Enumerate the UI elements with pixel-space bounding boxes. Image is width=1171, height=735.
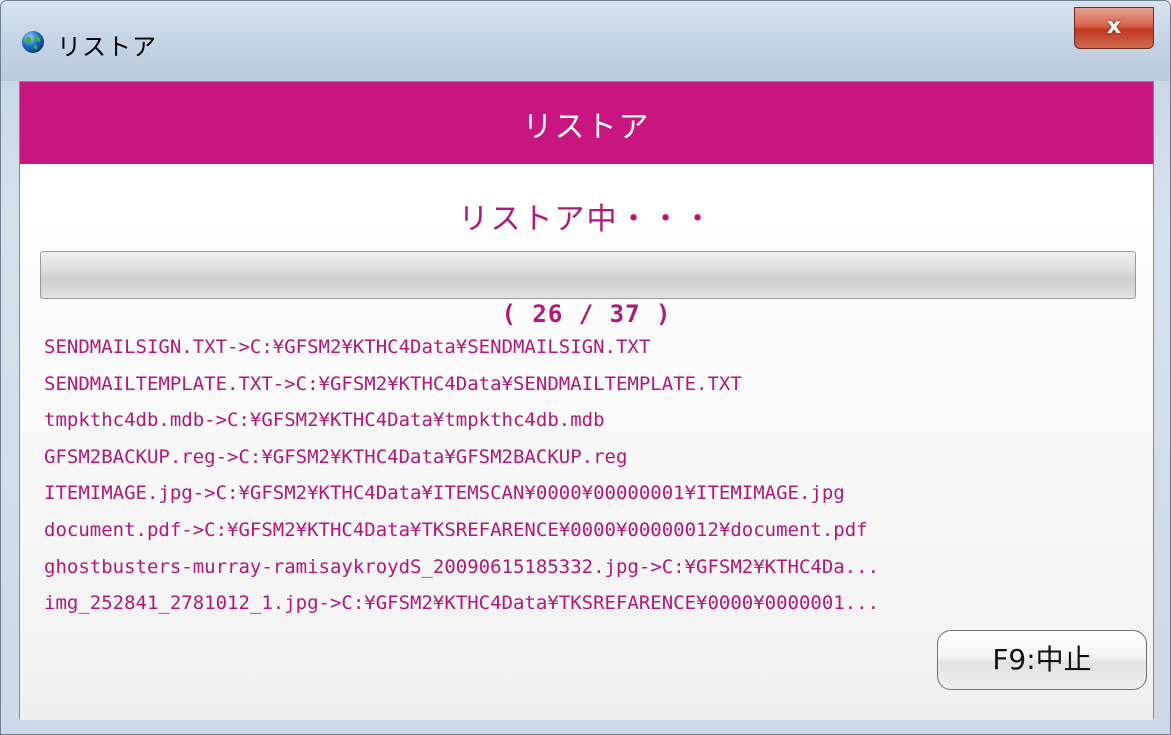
header-banner: リストア (20, 82, 1153, 164)
content-panel: リストア中・・・ ( 26 / 37 ) SENDMAILSIGN.TXT->C… (20, 164, 1153, 720)
status-message: リストア中・・・ (458, 202, 715, 237)
window-title: リストア (57, 33, 157, 61)
header-title: リストア (522, 110, 651, 145)
log-line: SENDMAILTEMPLATE.TXT->C:¥GFSM2¥KTHC4Data… (44, 372, 742, 395)
close-icon: x (1106, 14, 1122, 39)
title-bar[interactable]: リストア x (1, 1, 1170, 81)
dialog-client-area: リストア リストア中・・・ ( 26 / 37 ) SENDMAILSIGN.T… (19, 81, 1154, 720)
log-line: SENDMAILSIGN.TXT->C:¥GFSM2¥KTHC4Data¥SEN… (44, 336, 651, 358)
close-button[interactable]: x (1074, 7, 1154, 49)
restore-log: SENDMAILSIGN.TXT->C:¥GFSM2¥KTHC4Data¥SEN… (44, 329, 1134, 622)
stop-button[interactable]: F9:中止 (937, 630, 1147, 690)
progress-counter: ( 26 / 37 ) (501, 300, 672, 328)
log-line: GFSM2BACKUP.reg->C:¥GFSM2¥KTHC4Data¥GFSM… (44, 445, 628, 468)
log-line: ghostbusters-murray-ramisaykroydS_200906… (44, 555, 880, 578)
progress-bar (40, 251, 1136, 299)
log-line: tmpkthc4db.mdb->C:¥GFSM2¥KTHC4Data¥tmpkt… (44, 409, 605, 432)
restore-window: リストア x リストア リストア中・・・ ( 26 / 37 ) SENDMAI… (0, 0, 1171, 735)
log-line: ITEMIMAGE.jpg->C:¥GFSM2¥KTHC4Data¥ITEMSC… (44, 482, 845, 505)
globe-icon (22, 31, 44, 53)
log-line: document.pdf->C:¥GFSM2¥KTHC4Data¥TKSREFA… (44, 518, 868, 541)
log-line: img_252841_2781012_1.jpg->C:¥GFSM2¥KTHC4… (44, 592, 880, 615)
